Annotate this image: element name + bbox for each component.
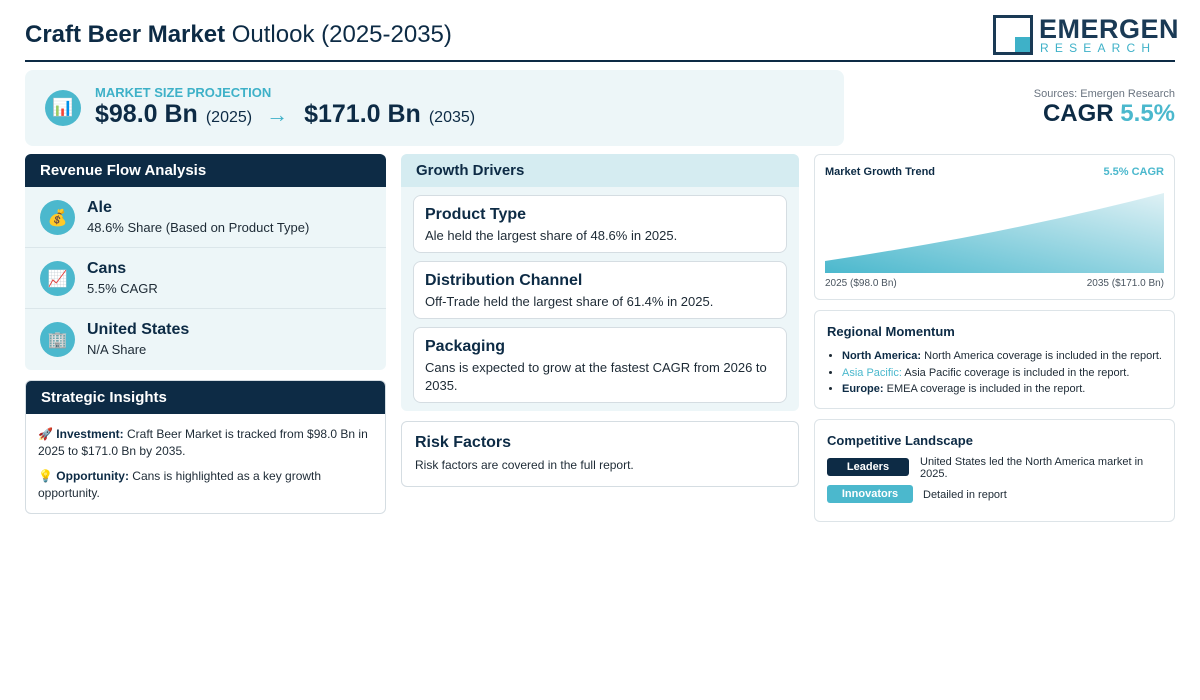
building-icon: 🏢 [40, 322, 75, 357]
arrow-right-icon: → [266, 102, 289, 127]
region-text: EMEA coverage is included in the report. [886, 383, 1086, 395]
regional-item: Asia Pacific: Asia Pacific coverage is i… [842, 365, 1162, 382]
strategic-insights-body: 🚀 Investment: Craft Beer Market is track… [26, 414, 385, 502]
projection-start-value: $98.0 Bn [95, 100, 198, 128]
competitive-landscape-card: Competitive Landscape Leaders United Sta… [814, 419, 1175, 522]
revenue-flow-heading: Revenue Flow Analysis [25, 154, 386, 187]
chart-up-icon: 📈 [40, 261, 75, 296]
projection-start-year: (2025) [205, 109, 253, 126]
region-text: Asia Pacific coverage is included in the… [904, 366, 1130, 379]
competitive-landscape-title: Competitive Landscape [827, 433, 973, 448]
opportunity-label: Opportunity: [56, 469, 129, 483]
regional-item: Europe: EMEA coverage is included in the… [842, 381, 1162, 398]
revenue-item: 🏢 United States N/A Share [25, 309, 386, 370]
risk-factors-title: Risk Factors [415, 434, 512, 451]
driver-title: Packaging [425, 338, 506, 355]
investment-insight: 🚀 Investment: Craft Beer Market is track… [38, 426, 373, 460]
revenue-item: 💰 Ale 48.6% Share (Based on Product Type… [25, 187, 386, 248]
driver-text: Off-Trade held the largest share of 61.4… [425, 294, 714, 309]
driver-title: Product Type [425, 206, 527, 223]
opportunity-insight: 💡 Opportunity: Cans is highlighted as a … [38, 468, 373, 502]
innovators-badge: Innovators [827, 485, 913, 503]
trend-cagr: 5.5% CAGR [1103, 166, 1164, 178]
revenue-item-subtitle: N/A Share [87, 342, 147, 357]
sources-note: Sources: Emergen Research [1033, 88, 1175, 100]
region-name: Asia Pacific: [842, 366, 902, 379]
strategic-insights-card: Strategic Insights 🚀 Investment: Craft B… [25, 380, 386, 514]
trend-start-label: 2025 ($98.0 Bn) [825, 278, 897, 289]
page-header: Craft Beer Market Outlook (2025-2035) EM… [25, 12, 1179, 62]
region-text: North America coverage is included in th… [924, 350, 1162, 362]
strategic-insights-heading: Strategic Insights [26, 381, 385, 414]
regional-list: North America: North America coverage is… [842, 348, 1162, 398]
projection-values: $98.0 Bn (2025) → $171.0 Bn (2035) [95, 100, 475, 129]
driver-text: Cans is expected to grow at the fastest … [425, 360, 767, 393]
projection-label: MARKET SIZE PROJECTION [95, 85, 272, 100]
revenue-item-title: United States [87, 321, 190, 338]
projection-end-year: (2035) [428, 109, 476, 126]
cagr-summary: CAGR 5.5% [1043, 100, 1175, 128]
driver-item: Packaging Cans is expected to grow at th… [413, 327, 787, 403]
regional-momentum-card: Regional Momentum North America: North A… [814, 310, 1175, 409]
risk-factors-card: Risk Factors Risk factors are covered in… [401, 421, 799, 487]
revenue-item-subtitle: 5.5% CAGR [87, 281, 158, 296]
driver-title: Distribution Channel [425, 272, 583, 289]
logo-mark-icon [993, 15, 1033, 55]
bar-chart-icon: 📊 [45, 90, 81, 126]
driver-text: Ale held the largest share of 48.6% in 2… [425, 228, 678, 243]
cagr-label: CAGR [1042, 100, 1114, 127]
revenue-flow-card: Revenue Flow Analysis 💰 Ale 48.6% Share … [25, 154, 386, 370]
driver-item: Product Type Ale held the largest share … [413, 195, 787, 253]
region-name: Europe: [842, 383, 884, 395]
regional-momentum-title: Regional Momentum [827, 324, 955, 339]
lightbulb-icon: 💡 [38, 469, 53, 483]
page-title-rest: Outlook (2025-2035) [231, 21, 452, 48]
trend-title: Market Growth Trend [825, 166, 936, 178]
page-title: Craft Beer Market Outlook (2025-2035) [25, 21, 452, 49]
cagr-value: 5.5% [1120, 100, 1175, 127]
growth-drivers-card: Growth Drivers Product Type Ale held the… [401, 154, 799, 411]
driver-item: Distribution Channel Off-Trade held the … [413, 261, 787, 319]
trend-area-chart [825, 193, 1164, 273]
revenue-item-title: Cans [87, 260, 127, 277]
leaders-badge: Leaders [827, 458, 909, 476]
revenue-item-subtitle: 48.6% Share (Based on Product Type) [87, 220, 310, 235]
region-name: North America: [842, 350, 922, 362]
risk-factors-text: Risk factors are covered in the full rep… [415, 458, 634, 472]
trend-end-label: 2035 ($171.0 Bn) [1086, 278, 1164, 289]
regional-item: North America: North America coverage is… [842, 348, 1162, 365]
revenue-item-title: Ale [87, 199, 112, 216]
market-size-projection: 📊 MARKET SIZE PROJECTION $98.0 Bn (2025)… [25, 70, 844, 146]
rocket-icon: 🚀 [38, 427, 53, 441]
innovators-text: Detailed in report [923, 489, 1007, 501]
emergen-logo: EMERGEN RESEARCH [993, 14, 1179, 55]
revenue-item: 📈 Cans 5.5% CAGR [25, 248, 386, 309]
investment-label: Investment: [56, 427, 124, 441]
trend-area [825, 193, 1164, 273]
money-bag-icon: 💰 [40, 200, 75, 235]
projection-end-value: $171.0 Bn [304, 100, 421, 128]
leaders-text: United States led the North America mark… [920, 456, 1144, 480]
logo-subtitle: RESEARCH [1040, 41, 1157, 55]
growth-drivers-heading: Growth Drivers [401, 154, 799, 187]
page-title-bold: Craft Beer Market [25, 21, 226, 48]
market-growth-trend-card: Market Growth Trend 5.5% CAGR 2025 ($98.… [814, 154, 1175, 300]
